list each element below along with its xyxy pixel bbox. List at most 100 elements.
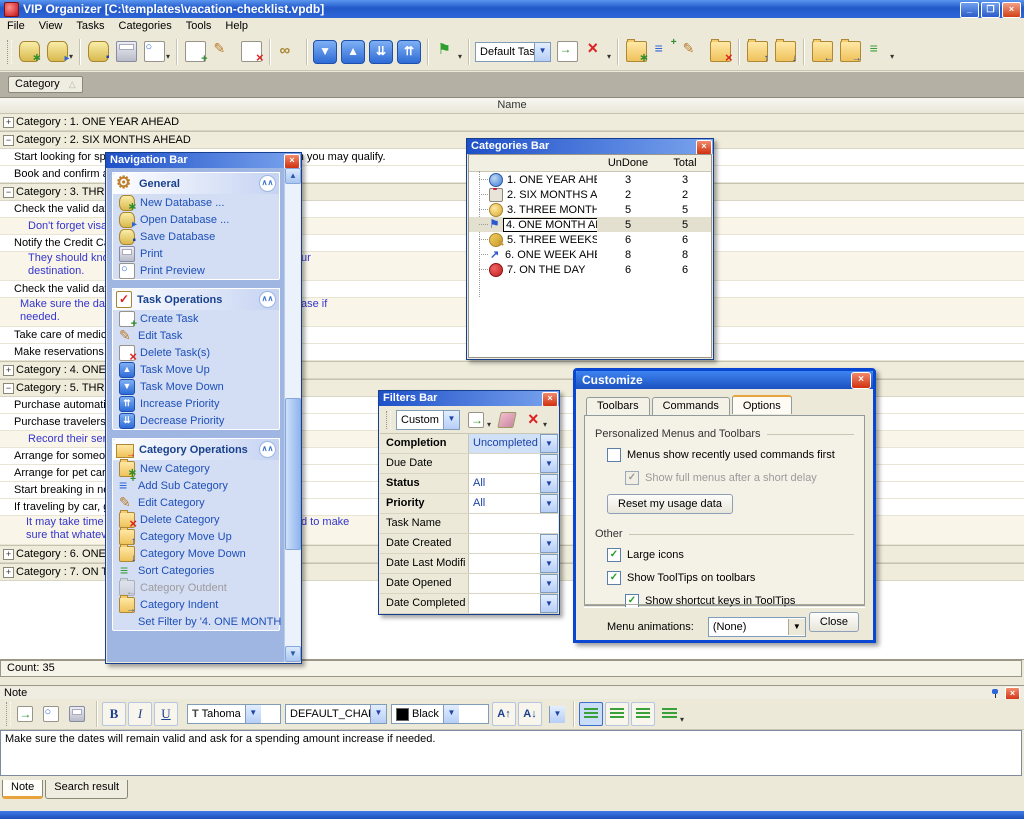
- collapse-icon[interactable]: −: [3, 383, 14, 394]
- filters-bar-close-button[interactable]: ×: [542, 392, 558, 407]
- note-print-preview-button[interactable]: [41, 702, 65, 726]
- categories-bar-titlebar[interactable]: Categories Bar ×: [467, 139, 713, 154]
- note-toolbar-overflow-icon[interactable]: ▾: [680, 715, 684, 724]
- nav-section-header[interactable]: Category Operations∧∧: [113, 439, 279, 460]
- apply-view-button[interactable]: [553, 38, 581, 66]
- toolbar-gripper[interactable]: [7, 40, 12, 64]
- category-outdent-button[interactable]: [808, 38, 836, 66]
- menu-file[interactable]: File: [0, 20, 32, 32]
- charset-combo[interactable]: DEFAULT_CHAR ▼: [285, 704, 387, 724]
- category-indent-button[interactable]: [836, 38, 864, 66]
- extra-dropdown-icon[interactable]: ▼: [549, 706, 565, 723]
- filter-preset-combo[interactable]: Custom ▼: [396, 410, 460, 430]
- menu-view[interactable]: View: [32, 20, 70, 32]
- open-database-dropdown-icon[interactable]: ▾: [69, 52, 73, 61]
- collapse-icon[interactable]: −: [3, 135, 14, 146]
- font-size-increase-button[interactable]: [492, 702, 516, 726]
- add-sub-category-button[interactable]: [650, 38, 678, 66]
- delete-filter-icon[interactable]: [526, 413, 540, 427]
- customize-close-button[interactable]: ×: [851, 372, 871, 389]
- filter-field-label[interactable]: Priority: [380, 494, 469, 513]
- filter-value-cell[interactable]: [469, 454, 540, 473]
- views-dropdown-icon[interactable]: ▾: [458, 52, 462, 61]
- bullet-list-button[interactable]: [657, 702, 681, 726]
- restore-button[interactable]: ❐: [981, 2, 1000, 18]
- category-tree-row[interactable]: 6. ONE WEEK AHEAD88: [469, 247, 711, 262]
- filter-value-cell[interactable]: [469, 574, 540, 593]
- views-button[interactable]: [432, 38, 460, 66]
- filter-value-cell[interactable]: All: [469, 474, 540, 493]
- filter-dropdown-icon[interactable]: ▼: [540, 554, 558, 573]
- align-right-button[interactable]: [631, 702, 655, 726]
- customize-titlebar[interactable]: Customize ×: [576, 371, 873, 389]
- note-apply-button[interactable]: [15, 702, 39, 726]
- apply-filter-dropdown-icon[interactable]: ▾: [487, 420, 491, 429]
- expand-icon[interactable]: +: [3, 549, 14, 560]
- filter-dropdown-icon[interactable]: ▼: [540, 454, 558, 473]
- filters-overflow-icon[interactable]: ▾: [543, 420, 547, 429]
- scroll-up-icon[interactable]: ▲: [285, 168, 301, 184]
- filter-dropdown-icon[interactable]: ▼: [540, 574, 558, 593]
- nav-item-sort-categories[interactable]: Sort Categories: [113, 562, 279, 579]
- nav-item-edit-task[interactable]: Edit Task: [113, 327, 279, 344]
- expand-icon[interactable]: +: [3, 117, 14, 128]
- nav-item-task-move-up[interactable]: Task Move Up: [113, 361, 279, 378]
- nav-item-category-indent[interactable]: Category Indent: [113, 596, 279, 613]
- large-icons-checkbox[interactable]: ✓: [607, 548, 621, 562]
- nav-section-header[interactable]: Task Operations∧∧: [113, 289, 279, 310]
- category-tree-row[interactable]: 5. THREE WEEKS AHEAD66: [469, 232, 711, 247]
- clear-filter-icon[interactable]: [497, 412, 516, 428]
- bold-button[interactable]: B: [102, 702, 126, 726]
- delete-category-button[interactable]: [706, 38, 734, 66]
- expand-icon[interactable]: +: [3, 567, 14, 578]
- decrease-priority-button[interactable]: [367, 38, 395, 66]
- category-tree-row[interactable]: 2. SIX MONTHS AHEAD22: [469, 187, 711, 202]
- nav-item-open-database[interactable]: Open Database ...: [113, 211, 279, 228]
- create-task-button[interactable]: [181, 38, 209, 66]
- font-color-dropdown-icon[interactable]: ▼: [443, 705, 459, 723]
- nav-item-delete-task-s[interactable]: Delete Task(s): [113, 344, 279, 361]
- filters-bar-titlebar[interactable]: Filters Bar ×: [379, 391, 559, 406]
- find-button[interactable]: [274, 38, 302, 66]
- open-database-button[interactable]: [43, 38, 71, 66]
- category-row[interactable]: +Category : 1. ONE YEAR AHEAD: [0, 113, 1024, 131]
- delete-view-button[interactable]: [581, 38, 609, 66]
- reset-usage-button[interactable]: Reset my usage data: [607, 494, 733, 514]
- filter-field-label[interactable]: Date Completed: [380, 594, 469, 613]
- filter-dropdown-icon[interactable]: ▼: [540, 494, 558, 513]
- filter-field-label[interactable]: Task Name: [380, 514, 469, 533]
- scrollbar-thumb[interactable]: [285, 398, 301, 550]
- delete-task-button[interactable]: [237, 38, 265, 66]
- font-family-combo[interactable]: T Tahoma ▼: [187, 704, 281, 724]
- filter-field-label[interactable]: Date Last Modifi: [380, 554, 469, 573]
- nav-item-delete-category[interactable]: Delete Category: [113, 511, 279, 528]
- print-button[interactable]: [112, 38, 140, 66]
- navigation-bar-close-button[interactable]: ×: [284, 154, 300, 169]
- edit-task-button[interactable]: [209, 38, 237, 66]
- new-database-button[interactable]: [15, 38, 43, 66]
- nav-item-task-move-down[interactable]: Task Move Down: [113, 378, 279, 395]
- font-family-dropdown-icon[interactable]: ▼: [245, 705, 261, 723]
- tab-commands[interactable]: Commands: [652, 397, 730, 416]
- collapse-chevron-icon[interactable]: ∧∧: [259, 291, 276, 308]
- filter-preset-dropdown-icon[interactable]: ▼: [443, 411, 459, 429]
- filter-value-cell[interactable]: [469, 554, 540, 573]
- filter-dropdown-icon[interactable]: ▼: [540, 594, 558, 613]
- nav-item-save-database[interactable]: Save Database: [113, 228, 279, 245]
- note-editor[interactable]: Make sure the dates will remain valid an…: [0, 730, 1022, 776]
- filter-field-label[interactable]: Completion: [380, 434, 469, 453]
- nav-item-new-database[interactable]: New Database ...: [113, 194, 279, 211]
- filter-dropdown-icon[interactable]: ▼: [540, 434, 558, 453]
- nav-item-increase-priority[interactable]: Increase Priority: [113, 395, 279, 412]
- filter-value-cell[interactable]: [469, 514, 558, 533]
- category-tree-row[interactable]: 4. ONE MONTH AHEAD55: [469, 217, 711, 232]
- menu-help[interactable]: Help: [218, 20, 255, 32]
- tooltips-checkbox[interactable]: ✓: [607, 571, 621, 585]
- align-left-button[interactable]: [579, 702, 603, 726]
- nav-item-print[interactable]: Print: [113, 245, 279, 262]
- expand-icon[interactable]: +: [3, 365, 14, 376]
- toolbar-overflow-icon[interactable]: ▾: [890, 52, 894, 61]
- nav-item-decrease-priority[interactable]: Decrease Priority: [113, 412, 279, 429]
- group-by-category-button[interactable]: Category △: [8, 76, 83, 93]
- nav-item-new-category[interactable]: New Category: [113, 460, 279, 477]
